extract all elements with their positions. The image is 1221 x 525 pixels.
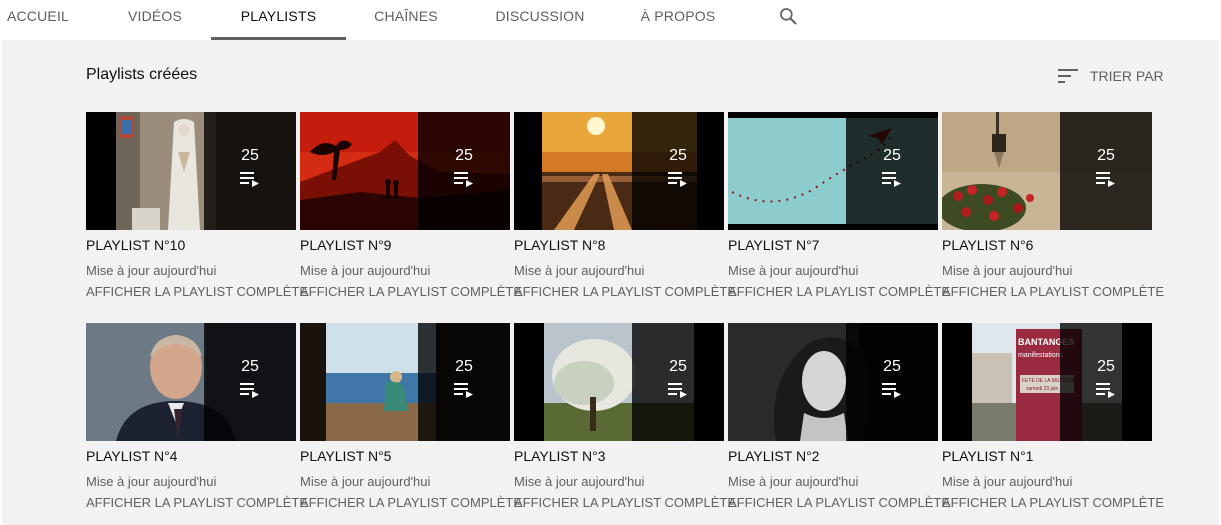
playlist-icon: [668, 172, 687, 187]
video-count: 25: [455, 358, 473, 375]
view-full-playlist-link[interactable]: AFFICHER LA PLAYLIST COMPLÈTE: [942, 495, 1164, 510]
video-count: 25: [241, 147, 259, 164]
playlist-card: 25 PLAYLIST N°3 Mise à jour aujourd'hui …: [514, 323, 736, 523]
playlist-thumbnail[interactable]: 25: [728, 112, 938, 230]
playlist-icon: [454, 383, 473, 398]
playlist-title[interactable]: PLAYLIST N°7: [728, 237, 819, 253]
playlist-icon: [668, 383, 687, 398]
playlist-thumbnail[interactable]: 25: [300, 323, 510, 441]
playlist-icon: [1096, 172, 1115, 187]
playlist-card: 25 PLAYLIST N°5 Mise à jour aujourd'hui …: [300, 323, 522, 523]
playlist-overlay: 25: [204, 323, 296, 441]
playlist-thumbnail[interactable]: 25: [86, 323, 296, 441]
playlist-icon: [240, 172, 259, 187]
playlist-card: 25 PLAYLIST N°9 Mise à jour aujourd'hui …: [300, 112, 522, 312]
view-full-playlist-link[interactable]: AFFICHER LA PLAYLIST COMPLÈTE: [728, 495, 950, 510]
playlist-overlay: 25: [846, 112, 938, 230]
video-count: 25: [455, 147, 473, 164]
playlist-icon: [882, 383, 901, 398]
view-full-playlist-link[interactable]: AFFICHER LA PLAYLIST COMPLÈTE: [514, 284, 736, 299]
playlist-thumbnail[interactable]: 25: [514, 112, 724, 230]
tab-accueil[interactable]: ACCUEIL: [7, 0, 69, 40]
view-full-playlist-link[interactable]: AFFICHER LA PLAYLIST COMPLÈTE: [300, 284, 522, 299]
playlist-overlay: 25: [418, 112, 510, 230]
video-count: 25: [669, 358, 687, 375]
sort-icon: [1058, 69, 1078, 83]
view-full-playlist-link[interactable]: AFFICHER LA PLAYLIST COMPLÈTE: [86, 284, 308, 299]
playlist-title[interactable]: PLAYLIST N°2: [728, 448, 819, 464]
video-count: 25: [883, 358, 901, 375]
playlist-icon: [882, 172, 901, 187]
view-full-playlist-link[interactable]: AFFICHER LA PLAYLIST COMPLÈTE: [300, 495, 522, 510]
playlist-overlay: 25: [846, 323, 938, 441]
sort-button[interactable]: TRIER PAR: [1058, 64, 1164, 88]
playlist-thumbnail[interactable]: 25: [300, 112, 510, 230]
channel-page: ACCUEIL VIDÉOS PLAYLISTS CHAÎNES DISCUSS…: [0, 0, 1221, 525]
playlist-updated: Mise à jour aujourd'hui: [942, 474, 1073, 489]
playlist-updated: Mise à jour aujourd'hui: [86, 263, 217, 278]
playlist-updated: Mise à jour aujourd'hui: [300, 263, 431, 278]
playlist-overlay: 25: [1060, 323, 1152, 441]
playlist-overlay: 25: [632, 323, 724, 441]
playlist-card: BANTANGES manifestations FETE DE LA MUSI…: [942, 323, 1164, 523]
playlist-icon: [1096, 383, 1115, 398]
sign-text: samedi 23 juin: [1026, 386, 1058, 392]
sort-label: TRIER PAR: [1090, 68, 1164, 84]
playlist-updated: Mise à jour aujourd'hui: [300, 474, 431, 489]
tab-playlists[interactable]: PLAYLISTS: [211, 0, 346, 40]
playlist-updated: Mise à jour aujourd'hui: [514, 474, 645, 489]
playlist-updated: Mise à jour aujourd'hui: [728, 474, 859, 489]
view-full-playlist-link[interactable]: AFFICHER LA PLAYLIST COMPLÈTE: [728, 284, 950, 299]
view-full-playlist-link[interactable]: AFFICHER LA PLAYLIST COMPLÈTE: [942, 284, 1164, 299]
playlist-title[interactable]: PLAYLIST N°5: [300, 448, 391, 464]
video-count: 25: [669, 147, 687, 164]
playlist-icon: [454, 172, 473, 187]
playlist-overlay: 25: [1060, 112, 1152, 230]
playlist-card: 25 PLAYLIST N°2 Mise à jour aujourd'hui …: [728, 323, 950, 523]
tab-videos[interactable]: VIDÉOS: [122, 0, 188, 40]
playlist-title[interactable]: PLAYLIST N°8: [514, 237, 605, 253]
playlist-thumbnail[interactable]: BANTANGES manifestations FETE DE LA MUSI…: [942, 323, 1152, 441]
playlist-title[interactable]: PLAYLIST N°1: [942, 448, 1033, 464]
playlist-icon: [240, 383, 259, 398]
view-full-playlist-link[interactable]: AFFICHER LA PLAYLIST COMPLÈTE: [86, 495, 308, 510]
playlist-title[interactable]: PLAYLIST N°9: [300, 237, 391, 253]
playlist-thumbnail[interactable]: 25: [942, 112, 1152, 230]
playlist-thumbnail[interactable]: 25: [514, 323, 724, 441]
section-title: Playlists créées: [86, 66, 198, 83]
playlist-title[interactable]: PLAYLIST N°3: [514, 448, 605, 464]
playlist-card: 25 PLAYLIST N°10 Mise à jour aujourd'hui…: [86, 112, 308, 312]
playlist-card: 25 PLAYLIST N°8 Mise à jour aujourd'hui …: [514, 112, 736, 312]
playlist-updated: Mise à jour aujourd'hui: [942, 263, 1073, 278]
playlist-overlay: 25: [418, 323, 510, 441]
playlist-overlay: 25: [632, 112, 724, 230]
playlist-updated: Mise à jour aujourd'hui: [514, 263, 645, 278]
sign-text: manifestations: [1018, 352, 1064, 359]
search-icon[interactable]: [778, 6, 798, 26]
playlist-title[interactable]: PLAYLIST N°4: [86, 448, 177, 464]
tab-chaines[interactable]: CHAÎNES: [370, 0, 442, 40]
tab-a-propos[interactable]: À PROPOS: [638, 0, 718, 40]
tab-discussion[interactable]: DISCUSSION: [494, 0, 586, 40]
playlist-title[interactable]: PLAYLIST N°10: [86, 237, 185, 253]
video-count: 25: [241, 358, 259, 375]
playlist-card: 25 PLAYLIST N°4 Mise à jour aujourd'hui …: [86, 323, 308, 523]
playlist-thumbnail[interactable]: 25: [728, 323, 938, 441]
playlists-section: Playlists créées TRIER PAR 25 PLAYLIST N…: [2, 40, 1219, 525]
video-count: 25: [1097, 358, 1115, 375]
playlist-card: 25 PLAYLIST N°6 Mise à jour aujourd'hui …: [942, 112, 1164, 312]
playlist-thumbnail[interactable]: 25: [86, 112, 296, 230]
playlist-overlay: 25: [204, 112, 296, 230]
channel-tab-bar: ACCUEIL VIDÉOS PLAYLISTS CHAÎNES DISCUSS…: [0, 0, 1221, 40]
playlist-title[interactable]: PLAYLIST N°6: [942, 237, 1033, 253]
playlist-card: 25 PLAYLIST N°7 Mise à jour aujourd'hui …: [728, 112, 950, 312]
video-count: 25: [883, 147, 901, 164]
view-full-playlist-link[interactable]: AFFICHER LA PLAYLIST COMPLÈTE: [514, 495, 736, 510]
playlist-updated: Mise à jour aujourd'hui: [728, 263, 859, 278]
playlist-updated: Mise à jour aujourd'hui: [86, 474, 217, 489]
video-count: 25: [1097, 147, 1115, 164]
